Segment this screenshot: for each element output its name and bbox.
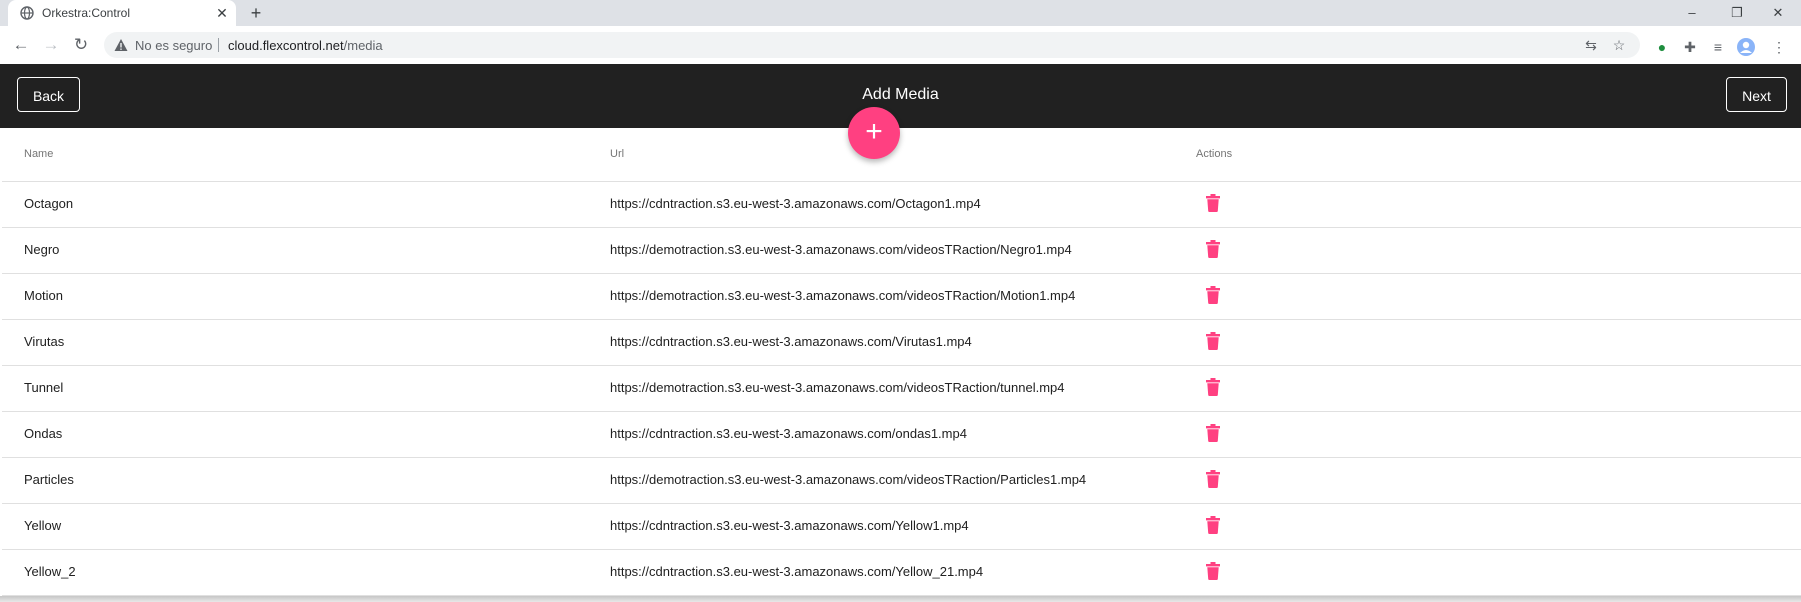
column-header-url: Url xyxy=(610,148,625,160)
url-text[interactable]: cloud.flexcontrol.net/media xyxy=(228,38,383,53)
table-row: Negro https://demotraction.s3.eu-west-3.a… xyxy=(2,228,1801,274)
close-tab-icon[interactable]: ✕ xyxy=(212,3,232,23)
media-name: Tunnel xyxy=(24,380,64,395)
profile-avatar-icon[interactable] xyxy=(1737,38,1755,56)
trash-icon[interactable] xyxy=(1206,286,1220,304)
extensions-puzzle-icon[interactable]: ✚ xyxy=(1681,38,1699,56)
trash-icon[interactable] xyxy=(1206,332,1220,350)
translate-icon[interactable]: ⇆ xyxy=(1582,36,1600,54)
trash-icon[interactable] xyxy=(1206,470,1220,488)
warning-icon xyxy=(114,39,128,51)
trash-icon[interactable] xyxy=(1206,378,1220,396)
url-host: cloud.flexcontrol.net xyxy=(228,38,344,53)
trash-icon[interactable] xyxy=(1206,516,1220,534)
menu-kebab-icon[interactable]: ⋮ xyxy=(1770,38,1788,56)
close-window-button[interactable]: ✕ xyxy=(1755,2,1801,24)
new-tab-button[interactable]: + xyxy=(246,3,266,23)
table-row: Octagon https://cdntraction.s3.eu-west-3.… xyxy=(2,182,1801,228)
media-name: Octagon xyxy=(24,196,74,211)
media-name: Negro xyxy=(24,242,60,257)
media-name: Motion xyxy=(24,288,64,303)
trash-icon[interactable] xyxy=(1206,562,1220,580)
address-bar[interactable]: No es seguro cloud.flexcontrol.net/media… xyxy=(104,32,1640,58)
trash-icon[interactable] xyxy=(1206,240,1220,258)
media-url: https://cdntraction.s3.eu-west-3.amazona… xyxy=(610,564,984,579)
media-queue-icon[interactable]: ≡ xyxy=(1709,38,1727,56)
restore-window-button[interactable]: ❐ xyxy=(1714,2,1760,24)
media-url: https://demotraction.s3.eu-west-3.amazon… xyxy=(610,288,1076,303)
table-row: Yellow_2 https://cdntraction.s3.eu-west-3… xyxy=(2,550,1801,596)
media-name: Ondas xyxy=(24,426,63,441)
plus-icon: + xyxy=(865,115,883,148)
media-name: Virutas xyxy=(24,334,65,349)
minimize-window-button[interactable]: – xyxy=(1669,2,1715,24)
table-row: Motion https://demotraction.s3.eu-west-3.… xyxy=(2,274,1801,320)
reload-icon[interactable]: ↻ xyxy=(70,34,92,56)
media-table: Name Url Actions Octagon https://cdntract… xyxy=(2,128,1801,596)
app-header: Back Add Media Next xyxy=(0,64,1801,128)
browser-toolbar: ← → ↻ No es seguro cloud.flexcontrol.net… xyxy=(0,26,1801,65)
column-header-name: Name xyxy=(24,148,54,160)
table-header: Name Url Actions xyxy=(2,128,1801,182)
security-status[interactable]: No es seguro xyxy=(135,38,212,53)
column-header-actions: Actions xyxy=(1196,148,1233,160)
table-row: Tunnel https://demotraction.s3.eu-west-3.… xyxy=(2,366,1801,412)
media-url: https://cdntraction.s3.eu-west-3.amazona… xyxy=(610,196,981,211)
browser-tab-strip: Orkestra:Control ✕ + – ❐ ✕ xyxy=(0,0,1801,26)
url-path: /media xyxy=(343,38,383,53)
forward-arrow-icon[interactable]: → xyxy=(40,34,62,56)
media-name: Particles xyxy=(24,472,74,487)
media-name: Yellow_2 xyxy=(24,564,76,579)
media-name: Yellow xyxy=(24,518,62,533)
table-row: Particles https://demotraction.s3.eu-west… xyxy=(2,458,1801,504)
table-row: Yellow https://cdntraction.s3.eu-west-3.a… xyxy=(2,504,1801,550)
table-row: Ondas https://cdntraction.s3.eu-west-3.am… xyxy=(2,412,1801,458)
media-url: https://demotraction.s3.eu-west-3.amazon… xyxy=(610,380,1065,395)
browser-tab[interactable]: Orkestra:Control ✕ xyxy=(8,0,236,26)
next-button[interactable]: Next xyxy=(1726,77,1787,112)
back-arrow-icon[interactable]: ← xyxy=(10,34,32,56)
table-row: Virutas https://cdntraction.s3.eu-west-3.… xyxy=(2,320,1801,366)
extension-leaf-icon[interactable]: ● xyxy=(1653,38,1671,56)
media-url: https://demotraction.s3.eu-west-3.amazon… xyxy=(610,472,1087,487)
trash-icon[interactable] xyxy=(1206,194,1220,212)
media-url: https://demotraction.s3.eu-west-3.amazon… xyxy=(610,242,1072,257)
bookmark-star-icon[interactable]: ☆ xyxy=(1610,36,1628,54)
table-bottom-shadow xyxy=(0,596,1801,602)
globe-icon xyxy=(20,6,34,20)
add-media-button[interactable]: + xyxy=(848,107,900,159)
omnibox-divider xyxy=(218,38,219,52)
media-url: https://cdntraction.s3.eu-west-3.amazona… xyxy=(610,426,967,441)
media-url: https://cdntraction.s3.eu-west-3.amazona… xyxy=(610,518,969,533)
tab-title: Orkestra:Control xyxy=(42,6,131,20)
trash-icon[interactable] xyxy=(1206,424,1220,442)
media-url: https://cdntraction.s3.eu-west-3.amazona… xyxy=(610,334,972,349)
page-title: Add Media xyxy=(862,86,939,103)
